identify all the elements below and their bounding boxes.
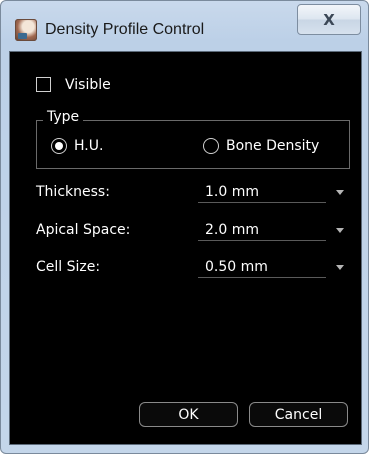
- cell-size-dropdown[interactable]: 0.50 mm: [198, 258, 344, 278]
- cell-size-label: Cell Size:: [36, 259, 101, 275]
- ok-button[interactable]: OK: [139, 402, 238, 427]
- chevron-down-icon[interactable]: [336, 190, 344, 195]
- cell-size-value: 0.50 mm: [205, 259, 268, 275]
- radio-bone-density[interactable]: [203, 138, 219, 154]
- apical-space-dropdown[interactable]: 2.0 mm: [198, 221, 344, 241]
- chevron-down-icon[interactable]: [336, 265, 344, 270]
- density-profile-window: Density Profile Control X Visible Type H…: [0, 0, 369, 454]
- window-title: Density Profile Control: [45, 21, 205, 38]
- app-icon: [15, 19, 37, 41]
- thickness-label: Thickness:: [36, 184, 110, 200]
- apical-space-value: 2.0 mm: [205, 222, 259, 238]
- apical-space-underline: [198, 240, 326, 241]
- thickness-dropdown[interactable]: 1.0 mm: [198, 183, 344, 203]
- thickness-underline: [198, 202, 326, 203]
- radio-hu-label[interactable]: H.U.: [74, 138, 103, 154]
- dialog-client-area: Visible Type H.U. Bone Density Thickness…: [9, 51, 362, 445]
- radio-selected-dot: [55, 142, 63, 150]
- apical-space-label: Apical Space:: [36, 222, 131, 238]
- visible-label[interactable]: Visible: [65, 77, 111, 93]
- radio-bone-density-label[interactable]: Bone Density: [226, 138, 319, 154]
- cancel-button[interactable]: Cancel: [249, 402, 348, 427]
- radio-hu[interactable]: [51, 138, 67, 154]
- ok-button-label: OK: [178, 406, 199, 423]
- cancel-button-label: Cancel: [274, 406, 323, 423]
- thickness-value: 1.0 mm: [205, 184, 259, 200]
- visible-checkbox[interactable]: [36, 77, 51, 92]
- title-bar[interactable]: Density Profile Control X: [1, 1, 368, 51]
- cell-size-underline: [198, 277, 326, 278]
- close-icon: X: [323, 10, 335, 29]
- close-button[interactable]: X: [297, 4, 361, 35]
- chevron-down-icon[interactable]: [336, 228, 344, 233]
- type-group-label: Type: [43, 109, 84, 125]
